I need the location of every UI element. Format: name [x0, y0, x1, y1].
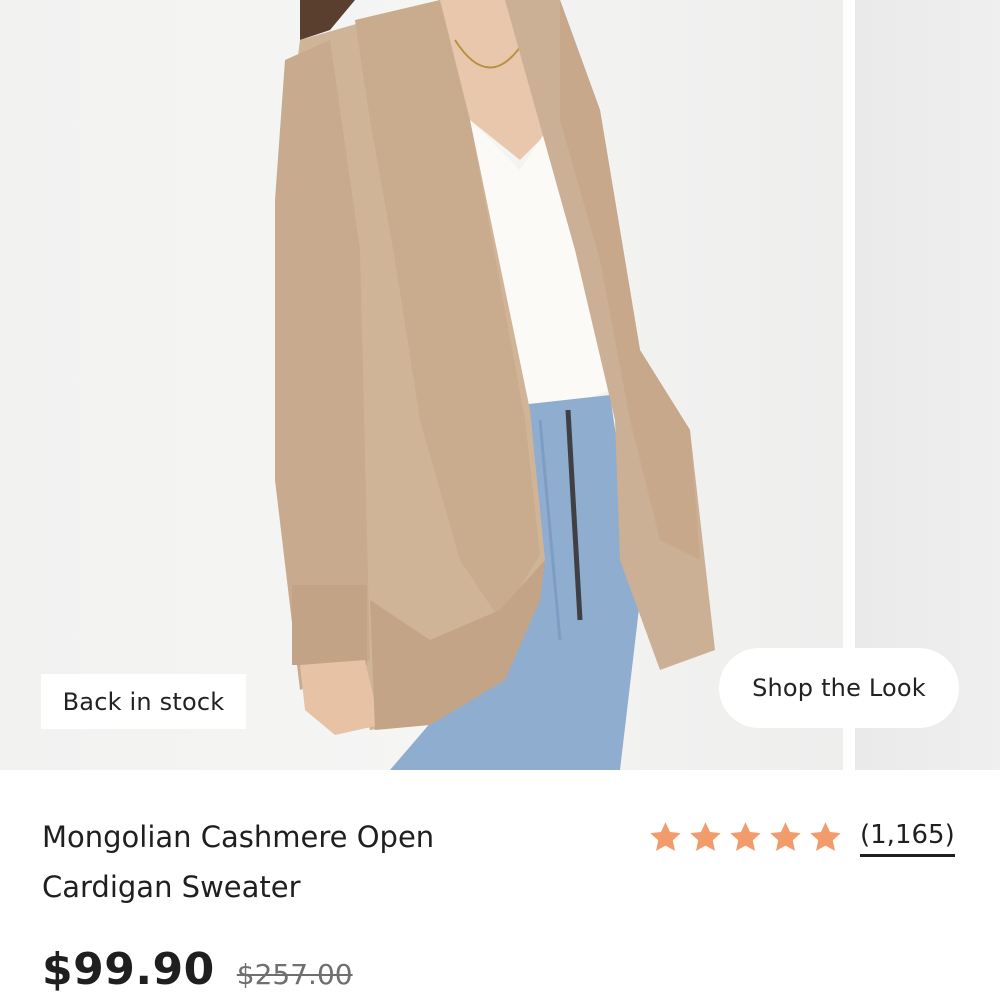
sale-price: $99.90: [42, 944, 215, 995]
product-title-line1: Mongolian Cashmere Open: [42, 820, 435, 854]
star-rating: [648, 820, 848, 855]
back-in-stock-badge: Back in stock: [41, 674, 246, 729]
product-image-main[interactable]: [0, 0, 843, 770]
original-price: $257.00: [236, 958, 353, 991]
product-title-line2: Cardigan Sweater: [42, 870, 301, 904]
shop-the-look-button[interactable]: Shop the Look: [719, 648, 959, 728]
product-rating[interactable]: (1,165): [648, 814, 955, 860]
star-icon: [768, 820, 803, 855]
product-image-carousel[interactable]: Back in stock Shop the Look: [0, 0, 1000, 770]
badge-label: Back in stock: [62, 687, 225, 716]
star-icon: [728, 820, 763, 855]
star-icon: [648, 820, 683, 855]
star-icon: [808, 820, 843, 855]
product-title: Mongolian Cashmere Open Cardigan Sweater: [42, 812, 622, 912]
shop-the-look-label: Shop the Look: [752, 674, 926, 702]
star-icon: [688, 820, 723, 855]
review-count-link[interactable]: (1,165): [860, 818, 955, 857]
product-photo: [275, 0, 715, 770]
price-row: $99.90 $257.00: [42, 944, 353, 995]
